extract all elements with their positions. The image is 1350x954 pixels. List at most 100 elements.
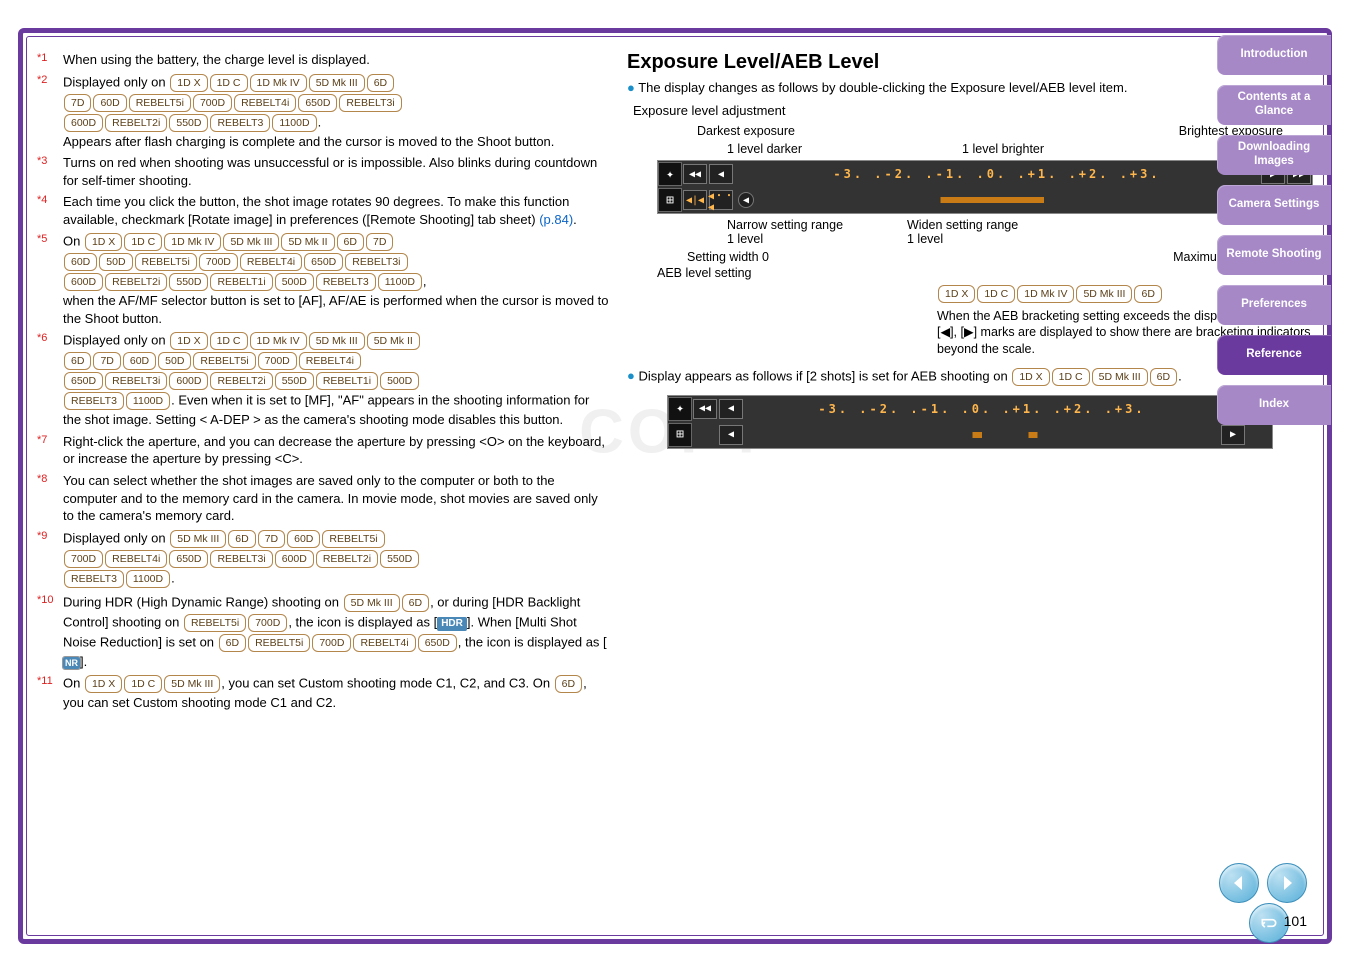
camera-badge: 1D X bbox=[1012, 368, 1049, 386]
sidebar-nav: Introduction Contents at a Glance Download… bbox=[1217, 35, 1331, 425]
camera-badge: 6D bbox=[1150, 368, 1177, 386]
camera-badge: 6D bbox=[367, 74, 394, 92]
camera-badge: 700D bbox=[64, 550, 103, 568]
camera-badge: 550D bbox=[169, 273, 208, 291]
exposure-diagram: Darkest exposure Brightest exposure 1 le… bbox=[657, 124, 1313, 357]
text: Each time you click the button, the shot… bbox=[63, 194, 569, 227]
camera-badge: 650D bbox=[64, 372, 103, 390]
text: Display appears as follows if [2 shots] … bbox=[638, 368, 1011, 383]
camera-badge: 50D bbox=[158, 352, 191, 370]
sidebar-item[interactable]: Index bbox=[1217, 385, 1331, 425]
camera-badge: REBELT3i bbox=[339, 94, 401, 112]
aeb-icon: ⊞ bbox=[668, 423, 692, 447]
camera-badge: 1D X bbox=[85, 233, 122, 251]
camera-badge: REBELT2i bbox=[105, 114, 167, 132]
camera-badge: REBELT4i bbox=[105, 550, 167, 568]
camera-badge: 6D bbox=[219, 634, 246, 652]
sidebar-item[interactable]: Introduction bbox=[1217, 35, 1331, 75]
camera-badge: REBELT5i bbox=[184, 614, 246, 632]
footnote-9: Displayed only on 5D Mk III6D7D60DREBELT… bbox=[63, 529, 609, 589]
text: During HDR (High Dynamic Range) shooting… bbox=[63, 594, 343, 609]
camera-badge: REBELT3i bbox=[210, 550, 272, 568]
camera-badge: 600D bbox=[64, 273, 103, 291]
page-nav bbox=[1219, 863, 1307, 903]
camera-badge: 650D bbox=[418, 634, 457, 652]
page-link[interactable]: (p.84) bbox=[539, 212, 573, 227]
sidebar-item[interactable]: Camera Settings bbox=[1217, 185, 1331, 225]
camera-badge: 500D bbox=[380, 372, 419, 390]
footnote-2: Displayed only on 1D X1D C1D Mk IV5D Mk … bbox=[63, 73, 609, 151]
camera-badge: 5D Mk III bbox=[1092, 368, 1148, 386]
footnote-3: Turns on red when shooting was unsuccess… bbox=[63, 154, 609, 189]
camera-badge: 1D C bbox=[1052, 368, 1090, 386]
sidebar-item[interactable]: Contents at a Glance bbox=[1217, 85, 1331, 125]
camera-badge: 550D bbox=[275, 372, 314, 390]
aeb-bar-2 bbox=[750, 432, 1214, 438]
text: when the AF/MF selector button is set to… bbox=[63, 293, 609, 326]
camera-badge: 6D bbox=[337, 233, 364, 251]
camera-badge: 1D C bbox=[210, 74, 248, 92]
camera-badge: REBELT4i bbox=[299, 352, 361, 370]
text: On bbox=[63, 676, 84, 691]
footnote-marker-10: *10 bbox=[37, 593, 63, 671]
footnote-marker-7: *7 bbox=[37, 433, 63, 468]
footnote-7: Right-click the aperture, and you can de… bbox=[63, 433, 609, 468]
camera-badge: 60D bbox=[93, 94, 126, 112]
darkest-button[interactable]: ◀◀ bbox=[683, 164, 707, 184]
camera-badge: REBELT3 bbox=[64, 392, 124, 410]
camera-badge: 550D bbox=[169, 114, 208, 132]
text: . bbox=[573, 212, 577, 227]
camera-badge: 1100D bbox=[126, 570, 170, 588]
camera-badge: 5D Mk II bbox=[367, 332, 420, 350]
text: Displayed only on bbox=[63, 530, 169, 545]
text: . bbox=[318, 114, 322, 129]
camera-badge: 7D bbox=[64, 94, 91, 112]
sidebar-item[interactable]: Remote Shooting bbox=[1217, 235, 1331, 275]
camera-badge: 700D bbox=[248, 614, 287, 632]
camera-badge: 1100D bbox=[378, 273, 422, 291]
footnote-marker-4: *4 bbox=[37, 193, 63, 228]
camera-badge: 1100D bbox=[126, 392, 170, 410]
camera-badge: 7D bbox=[258, 530, 285, 548]
narrow-button[interactable]: ◀・・◀ bbox=[709, 190, 733, 210]
widen-button[interactable]: ▶ bbox=[1221, 425, 1245, 445]
footnote-marker-5: *5 bbox=[37, 232, 63, 327]
sidebar-item[interactable]: Downloading Images bbox=[1217, 135, 1331, 175]
sidebar-item[interactable]: Reference bbox=[1217, 335, 1331, 375]
camera-badge: REBELT3 bbox=[210, 114, 270, 132]
camera-badge: REBELT1i bbox=[210, 273, 272, 291]
camera-badge: REBELT5i bbox=[193, 352, 255, 370]
label-widen: Widen setting range 1 level bbox=[907, 218, 1027, 246]
prev-page-button[interactable] bbox=[1219, 863, 1259, 903]
camera-badge: 1D Mk IV bbox=[250, 332, 307, 350]
darker-button[interactable]: ◀ bbox=[719, 399, 743, 419]
darkest-button[interactable]: ◀◀ bbox=[693, 399, 717, 419]
narrow-button[interactable]: ◀ bbox=[719, 425, 743, 445]
camera-badge: 7D bbox=[93, 352, 120, 370]
next-page-button[interactable] bbox=[1267, 863, 1307, 903]
camera-badge: REBELT3i bbox=[105, 372, 167, 390]
camera-badge: REBELT4i bbox=[240, 253, 302, 271]
exposure-slider: ✦ ◀◀ ◀ -3. .-2. .-1. .0. .+1. .+2. .+3. … bbox=[657, 160, 1313, 214]
camera-badge: REBELT4i bbox=[234, 94, 296, 112]
camera-badge: 700D bbox=[312, 634, 351, 652]
text: ]. bbox=[80, 654, 87, 669]
label-1-darker: 1 level darker bbox=[727, 142, 802, 156]
camera-badge: REBELT1i bbox=[316, 372, 378, 390]
camera-badge: 1D C bbox=[124, 675, 162, 693]
intro-text: The display changes as follows by double… bbox=[627, 80, 1313, 95]
text: , the icon is displayed as [ bbox=[288, 614, 437, 629]
footnote-1: When using the battery, the charge level… bbox=[63, 51, 609, 69]
camera-badge: 1D X bbox=[170, 74, 207, 92]
camera-badge: 6D bbox=[402, 594, 429, 612]
width-zero-button[interactable]: ◀|◀ bbox=[683, 190, 707, 210]
camera-badge: 600D bbox=[275, 550, 314, 568]
camera-badge: 6D bbox=[1134, 285, 1161, 303]
camera-badge: 6D bbox=[228, 530, 255, 548]
footnote-marker-11: *11 bbox=[37, 674, 63, 712]
text: . bbox=[171, 570, 175, 585]
sidebar-item[interactable]: Preferences bbox=[1217, 285, 1331, 325]
darker-button[interactable]: ◀ bbox=[709, 164, 733, 184]
aeb-bar bbox=[761, 197, 1233, 203]
camera-badge: 1D X bbox=[85, 675, 122, 693]
